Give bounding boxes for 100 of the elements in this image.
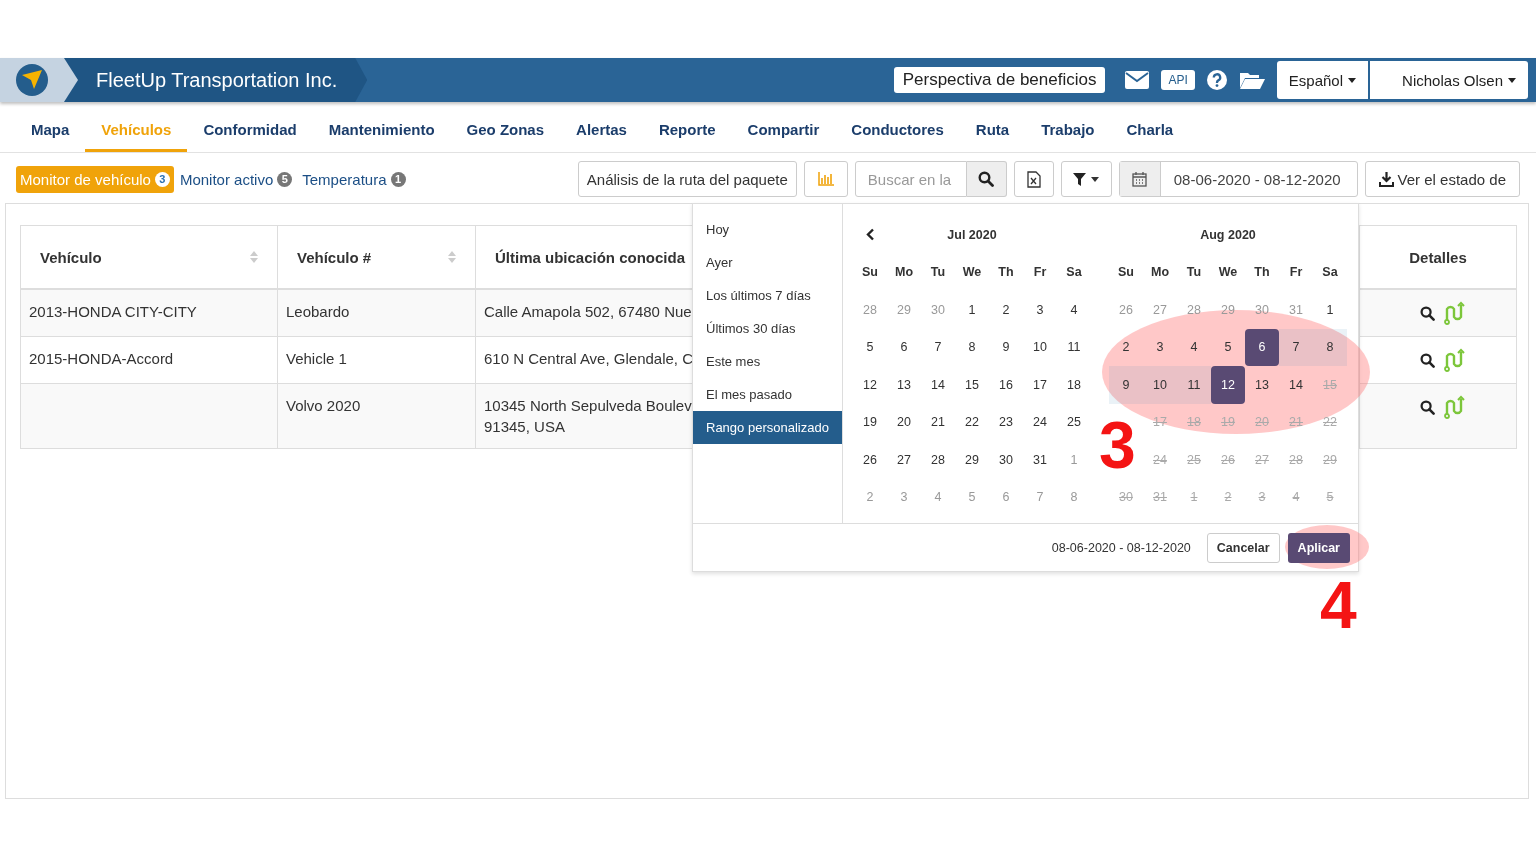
calendar-day[interactable]: 19 [853,403,887,441]
calendar-day[interactable]: 10 [1023,328,1057,366]
nav-tab[interactable]: Ruta [959,106,1026,152]
status-button[interactable]: Ver el estado de [1364,161,1520,197]
calendar-day[interactable]: 1 [955,291,989,329]
api-badge[interactable]: API [1161,70,1195,90]
benefits-button[interactable]: Perspectiva de beneficios [893,67,1106,93]
count-badge: 5 [277,171,293,187]
calendar-day[interactable]: 6 [1245,328,1279,366]
nav-tab[interactable]: Conductores [835,106,960,152]
calendar-day[interactable]: 14 [921,366,955,404]
range-option[interactable]: Rango personalizado [693,411,842,444]
help-icon[interactable] [1206,70,1227,90]
calendar-day[interactable]: 13 [1245,366,1279,404]
calendar-day[interactable]: 20 [887,403,921,441]
search-button[interactable] [966,161,1007,197]
previous-month-icon[interactable] [865,228,875,242]
calendar-day[interactable]: 11 [1177,366,1211,404]
nav-tab[interactable]: Reporte [642,106,732,152]
range-option[interactable]: Ayer [693,246,842,279]
calendar-day[interactable]: 31 [1023,441,1057,479]
range-option[interactable]: Últimos 30 días [693,312,842,345]
calendar-day: 27 [1245,441,1279,479]
column-header: Vehículo # [297,248,372,266]
filter-dropdown[interactable] [1060,161,1112,197]
calendar-day[interactable]: 5 [1211,328,1245,366]
sub-tab[interactable]: Monitor activo 5 [175,165,297,193]
calendar-day[interactable]: 9 [1109,366,1143,404]
calendar-day: 29 [1313,441,1347,479]
nav-tab[interactable]: Compartir [731,106,836,152]
route-analysis-button[interactable]: Análisis de la ruta del paquete [577,161,797,197]
cancel-button[interactable]: Cancelar [1206,532,1280,563]
nav-tab[interactable]: Conformidad [187,106,313,152]
nav-tab[interactable]: Mantenimiento [312,106,451,152]
calendar-day[interactable]: 3 [1023,291,1057,329]
calendar-day[interactable]: 7 [1279,328,1313,366]
company-name: FleetUp Transportation Inc. [64,58,368,102]
calendar-day[interactable]: 22 [955,403,989,441]
calendar-day[interactable]: 30 [989,441,1023,479]
calendar-day[interactable]: 25 [1057,403,1091,441]
weekday-label: Th [998,265,1014,280]
calendar-day[interactable]: 7 [921,328,955,366]
bar-chart-icon [817,172,834,186]
table-cell: 10345 North Sepulveda Boulev 91345, USA [484,397,692,435]
calendar-day[interactable]: 9 [989,328,1023,366]
apply-button[interactable]: Aplicar [1287,532,1350,563]
calendar-day[interactable]: 21 [921,403,955,441]
nav-tab[interactable]: Alertas [560,106,643,152]
logo-icon[interactable] [15,63,49,97]
folder-icon[interactable] [1238,70,1265,90]
calendar-day[interactable]: 4 [1177,328,1211,366]
calendar-day[interactable]: 4 [1057,291,1091,329]
calendar-day: 4 [1279,478,1313,516]
calendar-day[interactable]: 18 [1057,366,1091,404]
calendar-day[interactable]: 29 [955,441,989,479]
calendar-day: 26 [1211,441,1245,479]
calendar-day[interactable]: 2 [989,291,1023,329]
calendar-day[interactable]: 6 [887,328,921,366]
calendar-day[interactable]: 11 [1057,328,1091,366]
calendar-day[interactable]: 8 [955,328,989,366]
language-dropdown[interactable]: Español [1276,61,1368,99]
calendar-day[interactable]: 13 [887,366,921,404]
calendar-day[interactable]: 14 [1279,366,1313,404]
mail-icon[interactable] [1125,71,1150,89]
calendar-day[interactable]: 3 [1143,328,1177,366]
calendar-day[interactable]: 8 [1313,328,1347,366]
range-option[interactable]: El mes pasado [693,378,842,411]
calendar-day[interactable]: 15 [955,366,989,404]
calendar-day[interactable]: 2 [1109,328,1143,366]
calendar-day[interactable]: 10 [1143,366,1177,404]
export-button[interactable] [1013,161,1054,197]
nav-tab[interactable]: Charla [1110,106,1190,152]
calendar-day[interactable]: 1 [1313,291,1347,329]
sub-tab[interactable]: Temperatura 1 [298,165,410,193]
search-icon [1419,399,1435,415]
nav-tab[interactable]: Geo Zonas [450,106,561,152]
weekday-label: Fr [1033,265,1047,280]
table-cell: 610 N Central Ave, Glendale, C [484,350,693,367]
calendar-day: 24 [1143,441,1177,479]
search-field[interactable]: Buscar en la [854,161,967,197]
calendar-day[interactable]: 27 [887,441,921,479]
calendar-day[interactable]: 12 [853,366,887,404]
user-dropdown[interactable]: Nicholas Olsen [1370,61,1528,99]
calendar-day[interactable]: 12 [1211,366,1245,404]
calendar-day[interactable]: 17 [1023,366,1057,404]
range-option[interactable]: Hoy [693,213,842,246]
calendar-day[interactable]: 16 [989,366,1023,404]
calendar-day: 1 [1177,478,1211,516]
nav-tab[interactable]: Mapa [15,106,86,152]
calendar-day[interactable]: 23 [989,403,1023,441]
range-option[interactable]: Los últimos 7 días [693,279,842,312]
sub-tab[interactable]: Monitor de vehículo 3 [16,165,174,193]
calendar-day[interactable]: 26 [853,441,887,479]
calendar-day[interactable]: 24 [1023,403,1057,441]
weekday-label: Su [1118,265,1134,280]
nav-tab[interactable]: Trabajo [1025,106,1111,152]
calendar-day[interactable]: 5 [853,328,887,366]
range-option[interactable]: Este mes [693,345,842,378]
calendar-day: 28 [1279,441,1313,479]
calendar-day[interactable]: 28 [921,441,955,479]
